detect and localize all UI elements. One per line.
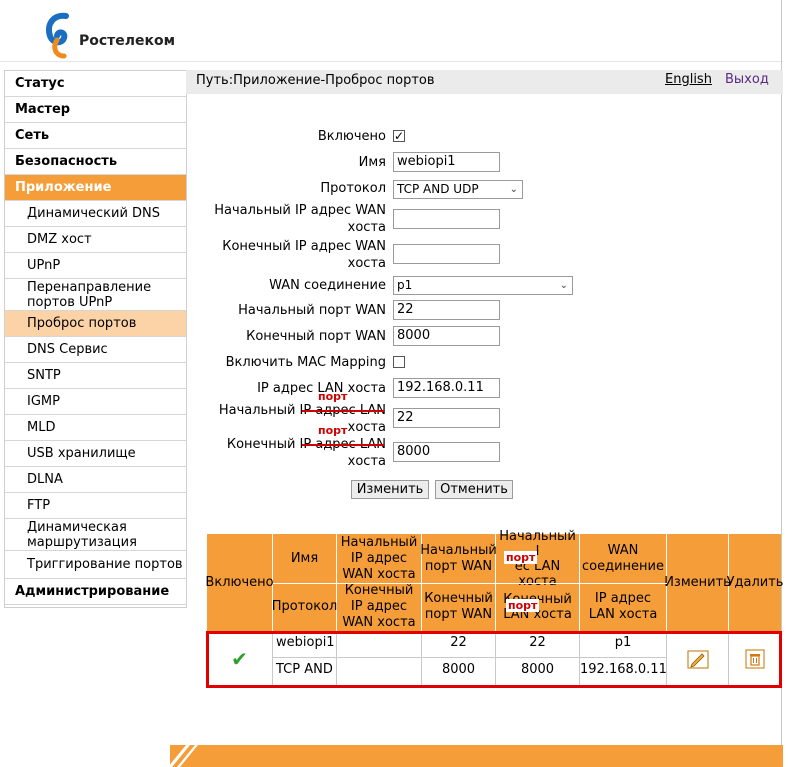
- annotation-strike: [302, 444, 384, 446]
- wan-end-ip-input[interactable]: [393, 244, 500, 264]
- lan-start-port-label: Начальный IP адрес LAN хоста: [218, 403, 386, 435]
- sidebar-item-igmp[interactable]: IGMP: [5, 389, 186, 415]
- col-modify: Изменить: [664, 534, 731, 631]
- sidebar-item-dynamic-routing[interactable]: Динамическая маршрутизация: [5, 519, 186, 551]
- footer-bar: [170, 745, 783, 767]
- lan-end-port-label: Конечный IP адрес LAN хоста: [226, 437, 386, 469]
- lan-start-port-input[interactable]: 22: [393, 408, 500, 428]
- sidebar-item-upnp[interactable]: UPnP: [5, 253, 186, 279]
- enabled-checkbox[interactable]: ✓: [393, 130, 405, 142]
- col-wan-start-ip: Начальный IP адрес WAN хоста: [337, 534, 422, 583]
- footer-stripes-decoration: [168, 745, 198, 767]
- sidebar-item-usb-storage[interactable]: USB хранилище: [5, 441, 186, 467]
- highlight-box: [206, 631, 782, 688]
- wan-end-port-label: Конечный порт WAN: [246, 329, 386, 344]
- breadcrumb: Путь:Приложение-Проброс портов: [196, 73, 435, 88]
- enabled-label: Включено: [317, 129, 386, 144]
- wan-start-port-label: Начальный порт WAN: [238, 303, 386, 318]
- lan-ip-input[interactable]: 192.168.0.11: [393, 378, 500, 398]
- sidebar-item-network[interactable]: Сеть: [5, 123, 186, 149]
- modify-button[interactable]: Изменить: [351, 480, 429, 499]
- sidebar-item-ddns[interactable]: Динамический DNS: [5, 201, 186, 227]
- annotation-port: порт: [506, 599, 540, 612]
- wan-connection-label: WAN соединение: [269, 278, 386, 293]
- sidebar-item-upnp-forwarding[interactable]: Перенаправление портов UPnP: [5, 279, 186, 311]
- mac-mapping-label: Включить MAC Mapping: [225, 355, 386, 370]
- annotation-port: порт: [318, 390, 348, 403]
- mac-mapping-checkbox[interactable]: [393, 356, 405, 368]
- sidebar-item-administration[interactable]: Администрирование: [5, 579, 186, 605]
- annotation-port: порт: [318, 424, 348, 437]
- rostelecom-logo-icon: [46, 12, 69, 59]
- sidebar-item-mld[interactable]: MLD: [5, 415, 186, 441]
- chevron-down-icon: ⌄: [559, 280, 568, 291]
- col-wan-start-port: Начальный порт WAN: [420, 534, 497, 583]
- name-label: Имя: [358, 155, 386, 170]
- sidebar-item-port-triggering[interactable]: Триггирование портов: [5, 551, 186, 579]
- wan-start-port-input[interactable]: 22: [393, 300, 500, 320]
- col-wan-end-ip: Конечный IP адрес WAN хоста: [337, 583, 422, 631]
- wan-start-ip-input[interactable]: [393, 209, 500, 229]
- wan-end-ip-label: Конечный IP адрес WAN хоста: [222, 239, 386, 271]
- protocol-label: Протокол: [320, 181, 386, 196]
- protocol-select-value: TCP AND UDP: [397, 182, 479, 196]
- col-protocol: Протокол: [272, 583, 337, 631]
- language-link[interactable]: English: [665, 72, 712, 87]
- col-enabled: Включено: [205, 534, 274, 631]
- wan-start-ip-label: Начальный IP адрес WAN хоста: [214, 203, 386, 235]
- cancel-button[interactable]: Отменить: [435, 480, 513, 499]
- col-name: Имя: [273, 534, 337, 583]
- logout-link[interactable]: Выход: [725, 72, 769, 87]
- lan-ip-label: IP адрес LAN хоста: [257, 381, 386, 396]
- lan-end-port-input[interactable]: 8000: [393, 442, 500, 462]
- sidebar-item-dns-service[interactable]: DNS Сервис: [5, 337, 186, 363]
- annotation-port: порт: [504, 551, 538, 564]
- sidebar-item-port-forwarding[interactable]: Проброс портов: [5, 311, 186, 337]
- sidebar-item-wizard[interactable]: Мастер: [5, 97, 186, 123]
- col-wan-connection: WAN соединение: [580, 534, 667, 583]
- col-wan-end-port: Конечный порт WAN: [422, 583, 496, 631]
- col-delete: Удалить: [726, 574, 784, 590]
- chevron-down-icon: ⌄: [509, 184, 518, 195]
- sidebar-item-dlna[interactable]: DLNA: [5, 467, 186, 493]
- protocol-select[interactable]: TCP AND UDP ⌄: [393, 180, 523, 199]
- wan-connection-select-value: p1: [397, 278, 413, 292]
- sidebar-item-security[interactable]: Безопасность: [5, 149, 186, 175]
- sidebar-item-application[interactable]: Приложение: [5, 175, 186, 201]
- wan-connection-select[interactable]: p1 ⌄: [393, 276, 573, 295]
- annotation-strike: [302, 410, 384, 412]
- sidebar-item-ftp[interactable]: FTP: [5, 493, 186, 519]
- page-header: Ростелеком: [0, 0, 788, 68]
- sidebar-item-dmz[interactable]: DMZ хост: [5, 227, 186, 253]
- header-divider: [273, 583, 667, 584]
- check-icon: ✓: [394, 129, 405, 143]
- rules-table-header: Включено Имя Протокол Начальный IP адрес…: [205, 529, 784, 631]
- sidebar: Статус Мастер Сеть Безопасность Приложен…: [4, 70, 187, 608]
- brand-name: Ростелеком: [79, 33, 176, 49]
- sidebar-item-status[interactable]: Статус: [5, 71, 186, 97]
- wan-end-port-input[interactable]: 8000: [393, 326, 500, 346]
- name-input[interactable]: webiopi1: [393, 152, 500, 172]
- col-lan-ip: IP адрес LAN хоста: [580, 583, 667, 631]
- header-divider: [0, 61, 783, 62]
- sidebar-item-sntp[interactable]: SNTP: [5, 363, 186, 389]
